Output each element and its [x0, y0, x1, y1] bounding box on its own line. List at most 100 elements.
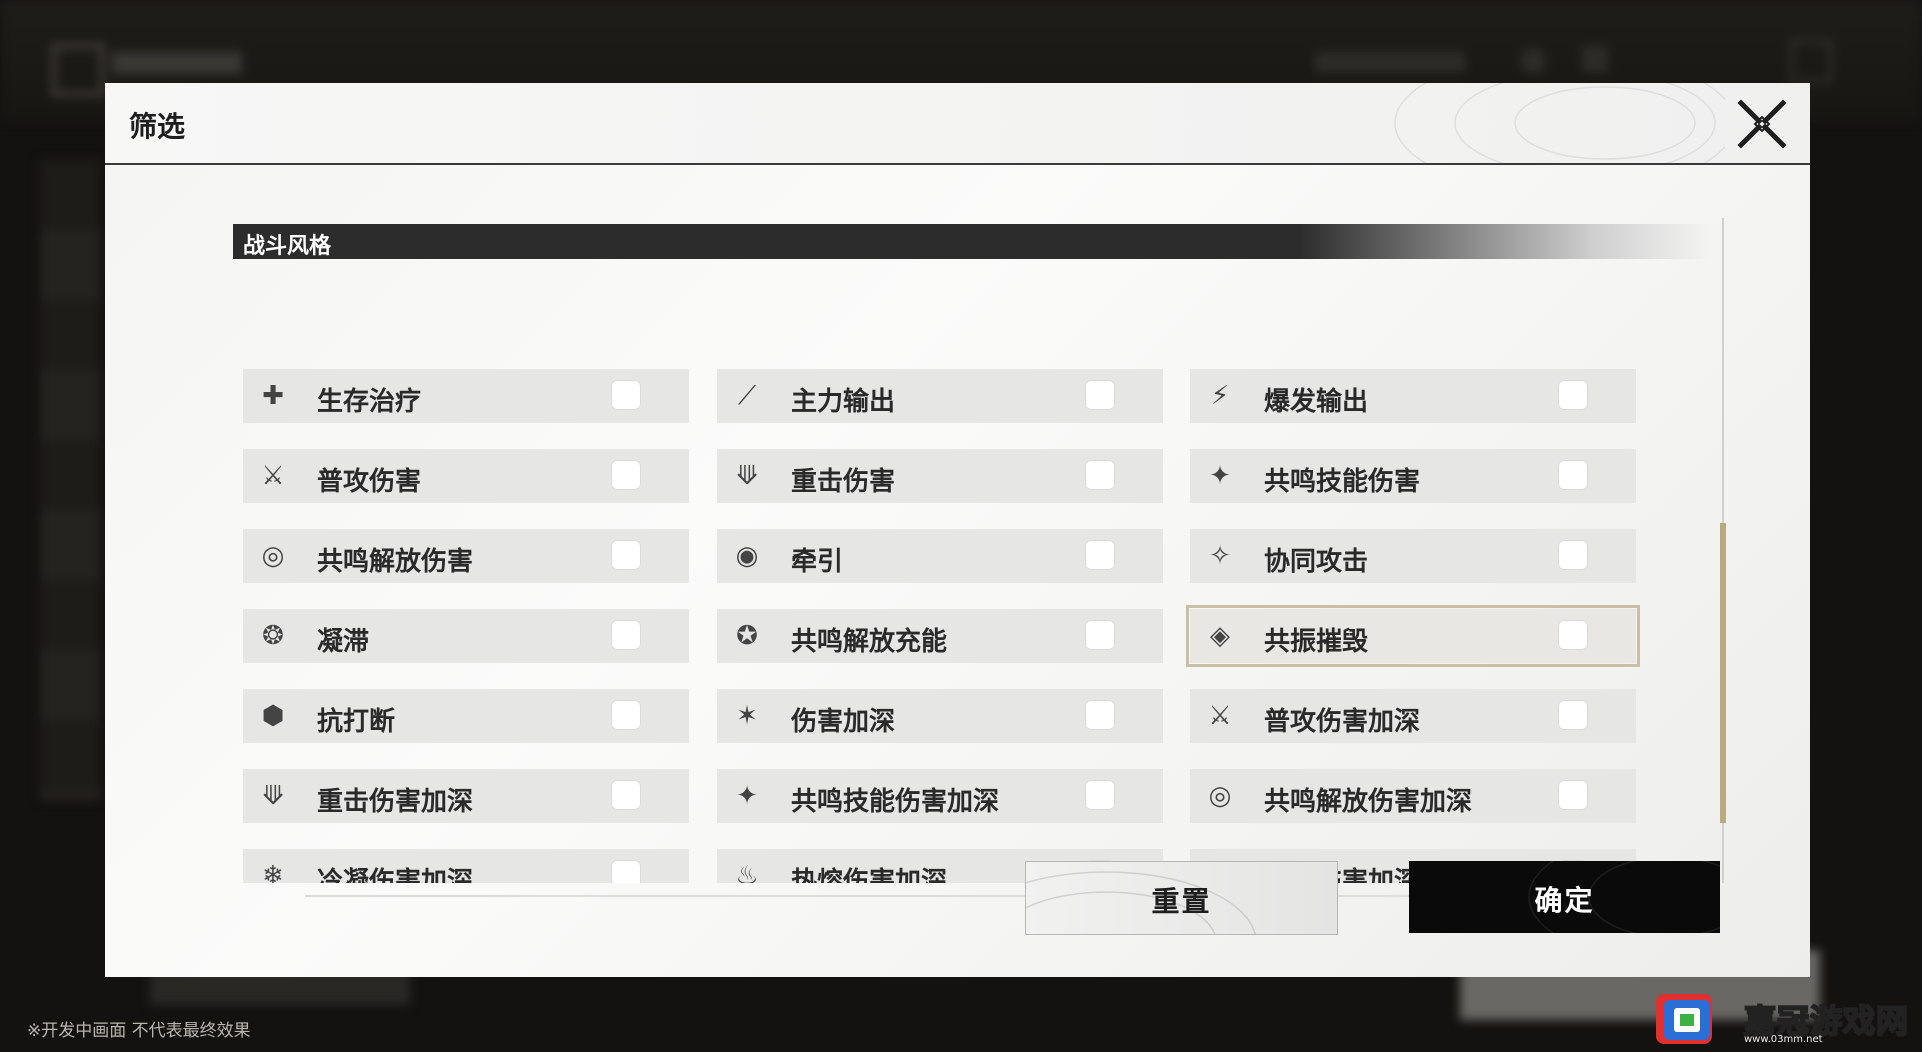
reset-button-label: 重置 — [1151, 885, 1212, 918]
liberation-energy-icon: ✪ — [736, 621, 758, 651]
background-close-icon — [1790, 40, 1832, 82]
filter-checkbox[interactable] — [1085, 380, 1115, 410]
filter-checkbox[interactable] — [1085, 780, 1115, 810]
scrollbar-thumb[interactable] — [1720, 523, 1726, 823]
filter-checkbox[interactable] — [611, 540, 641, 570]
filter-checkbox[interactable] — [1085, 620, 1115, 650]
filter-option-label: 冷凝伤害加深 — [317, 867, 474, 883]
filter-option[interactable]: ⟱ 重击伤害加深 — [243, 769, 689, 823]
watermark-url: www.03mm.net — [1744, 1034, 1823, 1045]
header-decoration — [1394, 83, 1725, 163]
filter-option[interactable]: ⟋ 主力输出 — [717, 369, 1163, 423]
filter-checkbox[interactable] — [1085, 540, 1115, 570]
close-x-icon — [1737, 99, 1787, 149]
dialog-title: 筛选 — [129, 110, 186, 143]
filter-checkbox[interactable] — [611, 380, 641, 410]
main-dps-icon: ⟋ — [737, 381, 757, 411]
resonance-skill-amplify-icon: ✦ — [736, 781, 758, 811]
filter-option-label: 抗打断 — [317, 707, 396, 737]
filter-option[interactable]: ◈ 共振摧毁 — [1186, 605, 1640, 667]
filter-option[interactable]: ⚡ 爆发输出 — [1190, 369, 1636, 423]
filter-option-label: 重击伤害加深 — [317, 787, 474, 817]
filter-option-label: 普攻伤害加深 — [1264, 707, 1421, 737]
filter-checkbox[interactable] — [611, 700, 641, 730]
filter-option[interactable]: ✧ 协同攻击 — [1190, 529, 1636, 583]
close-button[interactable] — [1735, 97, 1789, 151]
filter-checkbox[interactable] — [1558, 380, 1588, 410]
watermark: 嘉冠游戏网 www.03mm.net — [1648, 990, 1912, 1052]
fusion-amplify-icon: ♨ — [735, 861, 759, 883]
resonance-skill-icon: ✦ — [1209, 461, 1231, 491]
filter-option-label: 生存治疗 — [317, 387, 422, 417]
filter-option-label: 共鸣技能伤害加深 — [791, 787, 1000, 817]
glacio-amplify-icon: ❄ — [262, 861, 284, 883]
filter-checkbox[interactable] — [1558, 460, 1588, 490]
filter-option-label: 牵引 — [791, 547, 844, 577]
filter-checkbox[interactable] — [611, 620, 641, 650]
filter-option[interactable]: ⬢ 抗打断 — [243, 689, 689, 743]
reset-button[interactable]: 重置 — [1025, 861, 1338, 935]
filter-option[interactable]: ⚔ 普攻伤害 — [243, 449, 689, 503]
filter-option-label: 凝滞 — [317, 627, 370, 657]
resonance-liberation-icon: ◎ — [261, 541, 285, 571]
stagnate-icon: ❂ — [262, 621, 284, 651]
filter-checkbox[interactable] — [1558, 700, 1588, 730]
section-header-combat-style: 战斗风格 — [233, 224, 1713, 259]
filter-option[interactable]: ✦ 共鸣技能伤害加深 — [717, 769, 1163, 823]
filter-option-label: 主力输出 — [791, 387, 896, 417]
filter-option-label: 协同攻击 — [1264, 547, 1369, 577]
filter-option[interactable]: ✪ 共鸣解放充能 — [717, 609, 1163, 663]
filter-dialog: 筛选 战斗风格 ✚ 生存治疗 ⟋ 主力输出 ⚡ 爆发输出 ⚔ 普攻伤害 ⟱ 重击伤害 ✦ 共鸣技能伤害… — [105, 83, 1810, 977]
filter-option[interactable]: ❂ 凝滞 — [243, 609, 689, 663]
filter-option[interactable]: ⟱ 重击伤害 — [717, 449, 1163, 503]
filter-option-label: 共振摧毁 — [1264, 627, 1369, 657]
section-title: 战斗风格 — [243, 234, 332, 259]
heavy-attack-icon: ⟱ — [736, 461, 758, 491]
background-logo — [52, 44, 104, 96]
filter-checkbox[interactable] — [1558, 540, 1588, 570]
filter-option-label: 爆发输出 — [1264, 387, 1369, 417]
resonance-destroy-icon: ◈ — [1210, 621, 1230, 651]
filter-option-label: 普攻伤害 — [317, 467, 422, 497]
basic-attack-icon: ⚔ — [261, 461, 285, 491]
liberation-amplify-icon: ◎ — [1208, 781, 1232, 811]
filter-option[interactable]: ❄ 冷凝伤害加深 — [243, 849, 689, 883]
filter-option-label: 热熔伤害加深 — [791, 867, 948, 883]
background-sidebar — [40, 160, 100, 800]
filter-checkbox[interactable] — [1558, 620, 1588, 650]
pull-icon: ◉ — [735, 541, 759, 571]
background-header-icon — [1582, 46, 1608, 72]
background-title — [112, 52, 242, 74]
filter-checkbox[interactable] — [1558, 780, 1588, 810]
dialog-header: 筛选 — [105, 83, 1810, 165]
filter-option[interactable]: ◉ 牵引 — [717, 529, 1163, 583]
basic-attack-amplify-icon: ⚔ — [1208, 701, 1232, 731]
filter-checkbox[interactable] — [611, 860, 641, 883]
filter-option-label: 共鸣解放伤害加深 — [1264, 787, 1473, 817]
filter-checkbox[interactable] — [1085, 700, 1115, 730]
filter-option[interactable]: ✚ 生存治疗 — [243, 369, 689, 423]
filter-checkbox[interactable] — [611, 460, 641, 490]
filter-option[interactable]: ✦ 共鸣技能伤害 — [1190, 449, 1636, 503]
background-header-item — [1315, 52, 1465, 72]
filter-option[interactable]: ◎ 共鸣解放伤害加深 — [1190, 769, 1636, 823]
filter-list[interactable]: ✚ 生存治疗 ⟋ 主力输出 ⚡ 爆发输出 ⚔ 普攻伤害 ⟱ 重击伤害 ✦ 共鸣技能伤害 ◎ 共鸣解放伤害 ◉… — [233, 273, 1738, 883]
filter-option-label: 共鸣技能伤害 — [1264, 467, 1421, 497]
filter-option-label: 共鸣解放充能 — [791, 627, 948, 657]
confirm-button[interactable]: 确定 — [1409, 861, 1720, 933]
filter-option-label: 共鸣解放伤害 — [317, 547, 474, 577]
burst-dps-icon: ⚡ — [1210, 381, 1230, 411]
filter-checkbox[interactable] — [1085, 460, 1115, 490]
filter-option-label: 伤害加深 — [791, 707, 896, 737]
filter-checkbox[interactable] — [611, 780, 641, 810]
filter-option[interactable]: ✶ 伤害加深 — [717, 689, 1163, 743]
coordinated-attack-icon: ✧ — [1209, 541, 1231, 571]
background-header-icon — [1520, 48, 1546, 74]
filter-option-label: 重击伤害 — [791, 467, 896, 497]
filter-option[interactable]: ◎ 共鸣解放伤害 — [243, 529, 689, 583]
confirm-button-label: 确定 — [1534, 884, 1595, 917]
watermark-logo-icon — [1656, 994, 1712, 1044]
damage-amplify-icon: ✶ — [736, 701, 758, 731]
dev-disclaimer: ※开发中画面 不代表最终效果 — [27, 1021, 251, 1041]
filter-option[interactable]: ⚔ 普攻伤害加深 — [1190, 689, 1636, 743]
